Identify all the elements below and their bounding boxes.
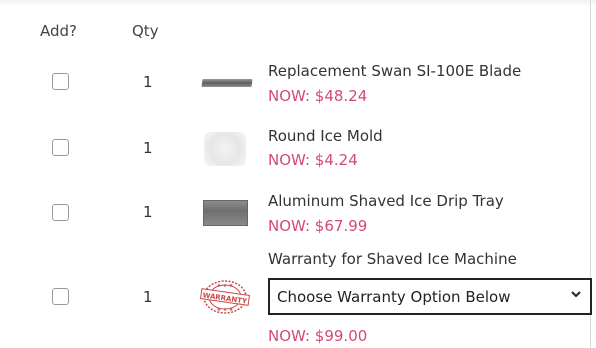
warranty-select-value: Choose Warranty Option Below [277, 288, 511, 306]
warranty-stamp: WARRANTY ★ ★ ★ ★ ★ ★ [199, 278, 251, 316]
svg-text:★ ★ ★: ★ ★ ★ [217, 283, 234, 289]
item-title-blade[interactable]: Replacement Swan SI-100E Blade [268, 62, 521, 80]
column-header-add: Add? [40, 22, 78, 40]
drip-tray-thumbnail [203, 200, 248, 226]
top-shadow [0, 0, 596, 6]
qty-ice-mold: 1 [143, 139, 153, 157]
ice-mold-thumbnail [204, 132, 246, 166]
blade-thumbnail [201, 79, 253, 87]
item-title-warranty[interactable]: Warranty for Shaved Ice Machine [268, 250, 517, 268]
item-price-blade: NOW: $48.24 [268, 87, 368, 105]
qty-drip-tray: 1 [143, 203, 153, 221]
warranty-stamp-text: WARRANTY [202, 291, 248, 305]
add-checkbox-drip-tray[interactable] [52, 204, 69, 221]
item-price-drip-tray: NOW: $67.99 [268, 217, 368, 235]
chevron-down-icon [571, 291, 581, 298]
add-checkbox-blade[interactable] [52, 73, 69, 90]
column-header-qty: Qty [132, 22, 159, 40]
item-title-ice-mold[interactable]: Round Ice Mold [268, 127, 383, 145]
add-checkbox-warranty[interactable] [52, 288, 69, 305]
item-title-drip-tray[interactable]: Aluminum Shaved Ice Drip Tray [268, 192, 504, 210]
item-price-warranty: NOW: $99.00 [268, 327, 368, 345]
qty-blade: 1 [143, 73, 153, 91]
warranty-stamp-icon: WARRANTY ★ ★ ★ ★ ★ ★ [199, 280, 251, 314]
warranty-option-select[interactable]: Choose Warranty Option Below [268, 278, 592, 315]
add-checkbox-ice-mold[interactable] [52, 139, 69, 156]
svg-text:★ ★ ★: ★ ★ ★ [217, 307, 234, 313]
item-price-ice-mold: NOW: $4.24 [268, 151, 358, 169]
qty-warranty: 1 [143, 288, 153, 306]
add-ons-panel: Add? Qty 1 Replacement Swan SI-100E Blad… [0, 0, 596, 348]
